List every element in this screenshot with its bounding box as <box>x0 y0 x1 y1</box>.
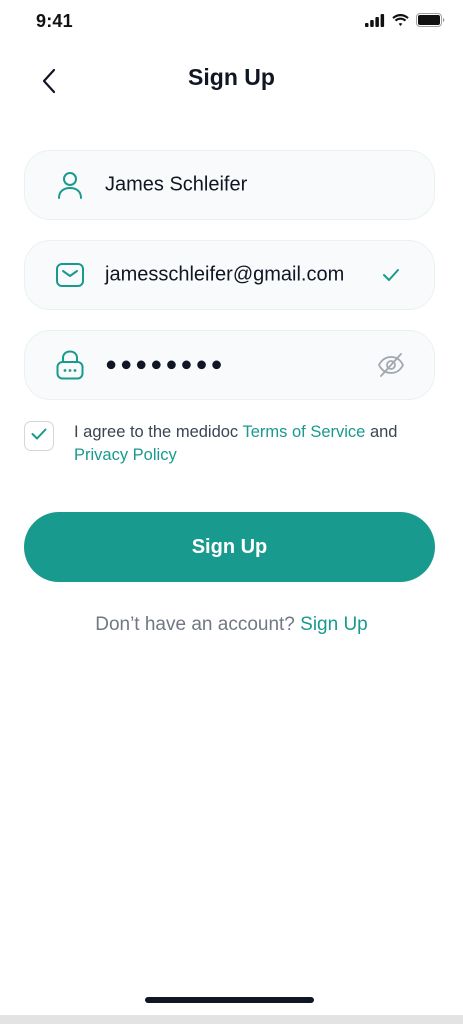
name-value: James Schleifer <box>105 173 248 196</box>
agreement-and: and <box>365 423 398 441</box>
eye-off-icon[interactable] <box>376 350 406 380</box>
home-indicator[interactable] <box>145 997 314 1003</box>
email-value: jamesschleifer@gmail.com <box>105 263 345 286</box>
agree-checkbox[interactable] <box>24 421 54 451</box>
footer-sign-up-link[interactable]: Sign Up <box>300 614 368 635</box>
checkmark-icon <box>376 260 406 290</box>
checkmark-icon <box>31 427 47 445</box>
sign-up-button[interactable]: Sign Up <box>24 512 435 582</box>
agreement-prefix: I agree to the medidoc <box>74 423 243 441</box>
footer-prompt-text: Don’t have an account? <box>95 614 301 635</box>
status-icons <box>365 13 445 27</box>
password-value: ●●●●●●●● <box>105 353 226 376</box>
agreement-text: I agree to the medidoc Terms of Service … <box>74 421 434 467</box>
cellular-signal-icon <box>365 13 385 27</box>
status-time: 9:41 <box>36 11 73 31</box>
bottom-strip <box>0 1015 463 1024</box>
mail-icon <box>55 260 85 290</box>
battery-icon <box>416 13 445 27</box>
privacy-policy-link[interactable]: Privacy Policy <box>74 446 177 464</box>
sign-up-screen: 9:41 Sign Up James Schleifer jamesschlei… <box>0 0 463 1024</box>
name-field[interactable]: James Schleifer <box>24 150 435 220</box>
terms-of-service-link[interactable]: Terms of Service <box>242 423 365 441</box>
user-icon <box>55 170 85 200</box>
email-field[interactable]: jamesschleifer@gmail.com <box>24 240 435 310</box>
password-field[interactable]: ●●●●●●●● <box>24 330 435 400</box>
wifi-icon <box>391 13 410 27</box>
lock-icon <box>55 350 85 380</box>
footer-prompt: Don’t have an account? Sign Up <box>0 614 463 636</box>
page-title: Sign Up <box>188 64 275 90</box>
